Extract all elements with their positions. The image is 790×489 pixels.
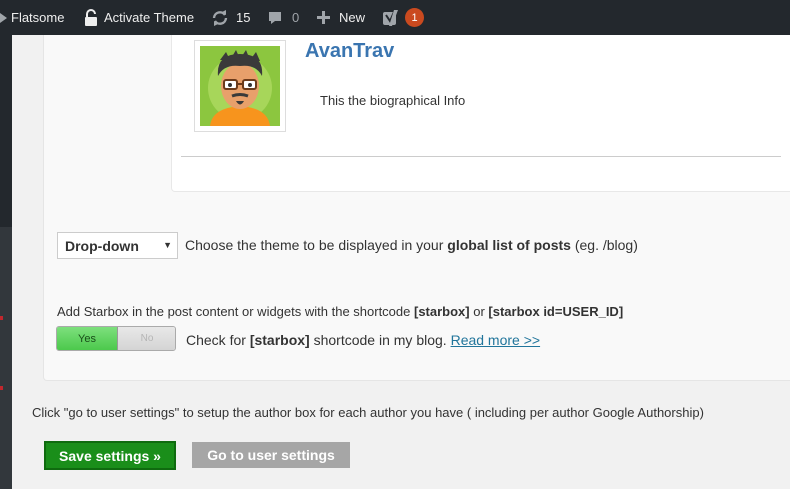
- activate-theme-item[interactable]: Activate Theme: [84, 0, 194, 35]
- theme-desc-suffix: (eg. /blog): [570, 237, 638, 253]
- author-avatar: [194, 40, 286, 132]
- menu-indicator: [0, 316, 3, 320]
- shortcode-code-2: [starbox id=USER_ID]: [488, 304, 624, 319]
- wordpress-icon: [0, 9, 10, 27]
- site-name-label: Flatsome: [11, 10, 65, 25]
- updates-item[interactable]: 15: [211, 0, 250, 35]
- user-settings-button[interactable]: Go to user settings: [192, 442, 350, 468]
- theme-description: Choose the theme to be displayed in your…: [185, 237, 638, 253]
- updates-icon: [211, 9, 229, 27]
- plus-icon: [317, 11, 330, 24]
- admin-menu-section: [0, 227, 12, 489]
- check-code: [starbox]: [249, 332, 310, 348]
- theme-select[interactable]: Drop-down ▼: [57, 232, 178, 259]
- author-bio: This the biographical Info: [320, 93, 466, 108]
- shortcode-note-prefix: Add Starbox in the post content or widge…: [57, 304, 414, 319]
- site-name-item[interactable]: Flatsome: [0, 0, 64, 35]
- toggle-no[interactable]: No: [118, 327, 175, 350]
- toggle-yes[interactable]: Yes: [57, 327, 118, 350]
- shortcode-toggle[interactable]: Yes No: [56, 326, 176, 351]
- shortcode-check-description: Check for [starbox] shortcode in my blog…: [186, 332, 540, 348]
- activate-theme-label: Activate Theme: [104, 10, 195, 25]
- save-settings-button[interactable]: Save settings »: [44, 441, 176, 470]
- comment-icon: [268, 10, 282, 26]
- new-content-item[interactable]: New: [317, 0, 365, 35]
- new-label: New: [339, 10, 366, 25]
- admin-menu-edge: [0, 35, 12, 489]
- dropdown-arrow-icon: ▼: [163, 240, 172, 250]
- shortcode-note-mid: or: [469, 304, 489, 319]
- yoast-notification-badge: 1: [405, 8, 424, 27]
- check-suffix: shortcode in my blog.: [309, 332, 451, 348]
- check-prefix: Check for: [186, 332, 250, 348]
- user-settings-help: Click "go to user settings" to setup the…: [32, 405, 704, 420]
- comments-count: 0: [292, 10, 300, 25]
- shortcode-note: Add Starbox in the post content or widge…: [57, 304, 623, 319]
- read-more-link[interactable]: Read more >>: [451, 332, 541, 348]
- author-name[interactable]: AvanTrav: [305, 40, 394, 63]
- theme-desc-prefix: Choose the theme to be displayed in your: [185, 237, 448, 253]
- unlock-icon: [84, 8, 98, 27]
- admin-bar: Flatsome Activate Theme 15 0 New 1: [0, 0, 790, 35]
- menu-indicator: [0, 386, 3, 390]
- updates-count: 15: [236, 10, 251, 25]
- yoast-icon: [383, 9, 400, 27]
- theme-desc-bold: global list of posts: [447, 237, 571, 253]
- divider: [181, 156, 781, 157]
- theme-select-value: Drop-down: [65, 237, 139, 254]
- shortcode-code-1: [starbox]: [414, 304, 470, 319]
- comments-item[interactable]: 0: [268, 0, 299, 35]
- avatar-image: [200, 46, 280, 126]
- yoast-item[interactable]: 1: [383, 0, 424, 35]
